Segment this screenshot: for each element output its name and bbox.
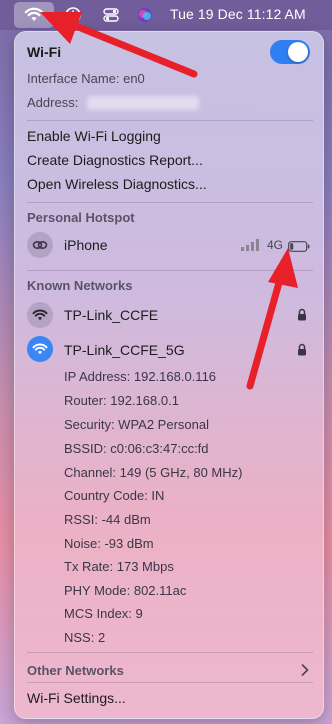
arrow-to-wifi-icon <box>40 12 198 78</box>
annotation-arrows <box>40 12 298 390</box>
arrow-to-battery <box>246 248 298 390</box>
